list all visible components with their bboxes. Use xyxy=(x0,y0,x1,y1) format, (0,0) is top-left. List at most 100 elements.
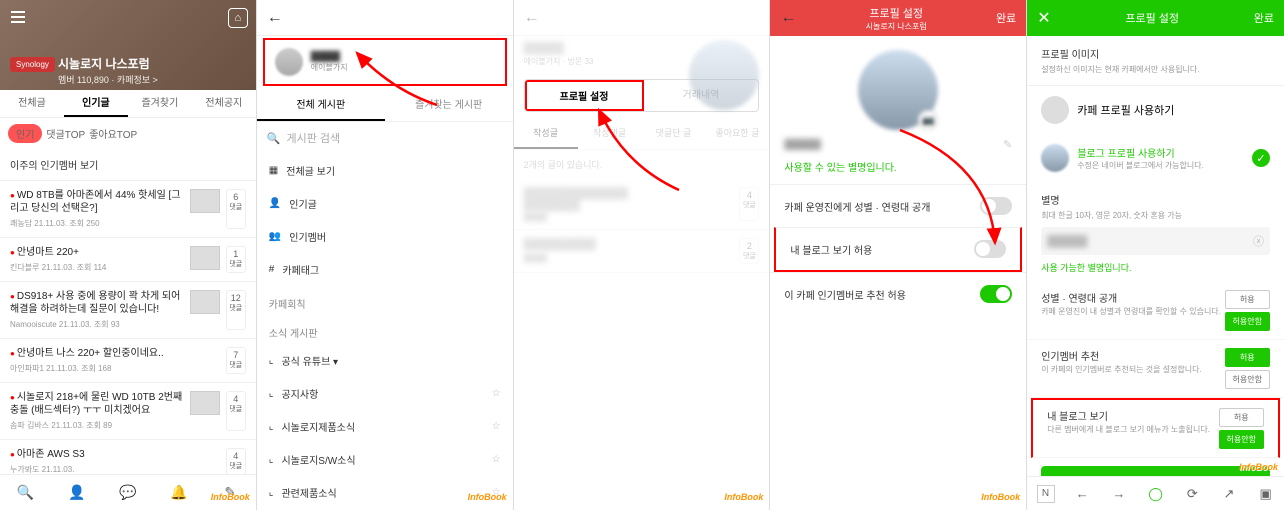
menu-popular[interactable]: 👤인기글 xyxy=(257,187,513,220)
row-blog-view: 내 블로그 보기다른 멤버에게 내 블로그 보기 메뉴가 노출됩니다. 허용허용… xyxy=(1031,398,1280,458)
menu-youtube[interactable]: ⌞공식 유튜브 ▾ xyxy=(257,344,513,377)
star-icon[interactable]: ☆ xyxy=(492,388,501,399)
annotation-arrow xyxy=(352,50,442,110)
avatar-large xyxy=(689,40,759,110)
menu-sw-news[interactable]: ⌞시놀로지S/W소식☆ xyxy=(257,443,513,476)
done-button[interactable]: 완료 xyxy=(1254,10,1274,26)
option-cafe-profile[interactable]: 카페 프로필 사용하기 xyxy=(1027,86,1284,134)
tab-written[interactable]: 작성글 xyxy=(514,118,578,149)
toggle-popular[interactable] xyxy=(980,285,1012,303)
watermark: InfoBook xyxy=(211,492,250,502)
menu-notice[interactable]: ⌞공지사항☆ xyxy=(257,377,513,410)
page-title: 프로필 설정 xyxy=(1125,10,1179,26)
tab-notices[interactable]: 전체공지 xyxy=(192,90,256,117)
star-icon[interactable]: ☆ xyxy=(492,421,501,432)
refresh-icon[interactable]: ◯ xyxy=(1137,486,1174,502)
section-weekly-members[interactable]: 이주의 인기멤버 보기 xyxy=(0,149,256,181)
back-icon[interactable]: ← xyxy=(524,9,540,27)
thumbnail xyxy=(190,290,220,314)
menu-icon[interactable] xyxy=(8,8,28,28)
avatar-large[interactable]: 📷 xyxy=(858,50,938,130)
page-title: 프로필 설정 xyxy=(869,8,923,20)
menu-popular-members[interactable]: 👥인기멤버 xyxy=(257,220,513,253)
forward-icon[interactable]: → xyxy=(1101,486,1138,501)
search-icon[interactable]: 🔍 xyxy=(0,475,51,510)
cafe-badge: Synology xyxy=(10,57,55,72)
list-item[interactable]: ●안녕마트 220+킨다블루 21.11.03. 조회 114 1댓글 xyxy=(0,238,256,282)
allow-button[interactable]: 허용 xyxy=(1225,290,1270,309)
allow-button[interactable]: 허용 xyxy=(1219,408,1264,427)
thumbnail xyxy=(190,189,220,213)
naver-icon[interactable]: N xyxy=(1037,485,1055,503)
tabs-icon[interactable]: ▣ xyxy=(1247,486,1284,502)
allow-button[interactable]: 허용 xyxy=(1225,348,1270,367)
page-subtitle: 시놀로지 나스포럼 xyxy=(796,21,996,32)
sort-tabs: 인기 댓글TOP 좋아요TOP xyxy=(0,118,256,149)
profile-level: 에이블가지 xyxy=(311,62,348,73)
header: ✕ 프로필 설정 완료 xyxy=(1027,0,1284,36)
list-item[interactable]: ●DS918+ 사용 중에 용량이 꽉 차게 되어 해결을 하려하는데 질문이 … xyxy=(0,282,256,339)
screen-settings-green: ✕ 프로필 설정 완료 프로필 이미지 설정하신 이미지는 현재 카페에서만 사… xyxy=(1027,0,1284,510)
avatar xyxy=(1041,96,1069,124)
list-item[interactable]: ●안녕마트 나스 220+ 할인중이네요..아인파파1 21.11.03. 조회… xyxy=(0,339,256,383)
menu-header-news: 소식 게시판 xyxy=(257,315,513,344)
avatar xyxy=(1041,144,1069,172)
cafe-header: ⌂ Synology 시놀로지 나스포럼 멤버 110,890 · 카페정보 > xyxy=(0,0,256,90)
home-icon[interactable]: ⌂ xyxy=(228,8,248,28)
close-icon[interactable]: ✕ xyxy=(1037,8,1050,28)
list-item[interactable]: ●WD 8TB를 아마존에서 44% 핫세일 [그리고 당신의 선택은?]쾌농담… xyxy=(0,181,256,238)
list-item[interactable]: ▓▓▓▓▓▓▓▓▓▓▓▓▓ 2댓글 xyxy=(514,230,770,273)
done-button[interactable]: 완료 xyxy=(996,10,1016,26)
main-tabs: 전체글 인기글 즐겨찾기 전체공지 xyxy=(0,90,256,118)
option-blog-profile[interactable]: 블로그 프로필 사용하기수정은 네이버 블로그에서 가능합니다. ✓ xyxy=(1027,134,1284,182)
screen-sidebar: ← ⌂ ▓▓▓▓ 에이블가지 전체 게시판 즐겨찾는 게시판 🔍게시판 검색 ▦… xyxy=(257,0,514,510)
header: ← 프로필 설정시놀로지 나스포럼 완료 xyxy=(770,0,1026,36)
nickname-status: 사용 가능한 별명입니다. xyxy=(1027,259,1284,282)
search-input[interactable]: 🔍게시판 검색 xyxy=(257,122,513,154)
pill-popular[interactable]: 인기 xyxy=(8,124,42,143)
header: ← ⌂ xyxy=(257,0,513,36)
tab-all[interactable]: 전체글 xyxy=(0,90,64,117)
star-icon[interactable]: ☆ xyxy=(492,454,501,465)
search-icon: 🔍 xyxy=(267,132,281,145)
row-popular-member: 이 카페 인기멤버로 추천 허용 xyxy=(770,272,1026,315)
row-popular-member: 인기멤버 추천이 카페의 인기멤버로 추천되는 것을 설정합니다. 허용허용안함 xyxy=(1027,340,1284,398)
cafe-meta[interactable]: 멤버 110,890 · 카페정보 > xyxy=(58,73,158,86)
back-icon[interactable]: ← xyxy=(780,9,796,27)
browser-nav: N ← → ◯ ⟳ ↗ ▣ xyxy=(1027,476,1284,510)
section-nickname: 별명 최대 한글 10자, 영문 20자, 숫자 혼용 가능 xyxy=(1027,182,1284,223)
share-icon[interactable]: ↗ xyxy=(1211,486,1248,502)
menu-header-rules: 카페회칙 xyxy=(257,286,513,315)
reload-icon[interactable]: ⟳ xyxy=(1174,486,1211,502)
tab-favorites[interactable]: 즐겨찾기 xyxy=(128,90,192,117)
profile-name: ▓▓▓▓ xyxy=(311,51,348,62)
profile-icon[interactable]: 👤 xyxy=(51,475,102,510)
screen-profile: ← ▓▓▓▓▓ 에이블가지 · 방문 33 프로필 설정 거래내역 작성글 작성… xyxy=(514,0,771,510)
annotation-arrow xyxy=(895,125,1005,255)
deny-button[interactable]: 허용안함 xyxy=(1219,430,1264,449)
chat-icon[interactable]: 💬 xyxy=(102,475,153,510)
section-image: 프로필 이미지 설정하신 이미지는 현재 카페에서만 사용됩니다. xyxy=(1027,36,1284,86)
tab-liked[interactable]: 좋아요한 글 xyxy=(705,118,769,149)
nickname-value: ▓▓▓▓▓ xyxy=(784,139,820,150)
clear-icon[interactable]: ⓧ xyxy=(1253,233,1264,249)
back-icon[interactable]: ← xyxy=(267,9,283,27)
sort-comments[interactable]: 댓글TOP xyxy=(46,126,85,141)
back-icon[interactable]: ← xyxy=(1064,486,1101,501)
list-item[interactable]: ●시놀로지 218+에 물린 WD 10TB 2번째 충돌 (배드섹터?) ㅜㅜ… xyxy=(0,383,256,440)
screen-cafe-home: ⌂ Synology 시놀로지 나스포럼 멤버 110,890 · 카페정보 >… xyxy=(0,0,257,510)
tab-popular[interactable]: 인기글 xyxy=(64,90,128,117)
menu-tags[interactable]: #카페태그 xyxy=(257,253,513,286)
watermark: InfoBook xyxy=(724,492,763,502)
notification-icon[interactable]: 🔔 xyxy=(153,475,204,510)
sort-likes[interactable]: 좋아요TOP xyxy=(89,126,137,141)
home-icon[interactable]: ⌂ xyxy=(485,8,505,28)
deny-button[interactable]: 허용안함 xyxy=(1225,312,1270,331)
deny-button[interactable]: 허용안함 xyxy=(1225,370,1270,389)
menu-all-posts[interactable]: ▦전체글 보기 xyxy=(257,154,513,187)
avatar xyxy=(275,48,303,76)
cafe-title: 시놀로지 나스포럼 xyxy=(58,55,150,72)
menu-product-news[interactable]: ⌞시놀로지제품소식☆ xyxy=(257,410,513,443)
nickname-input[interactable]: ▓▓▓▓▓ⓧ xyxy=(1041,227,1270,255)
watermark: InfoBook xyxy=(981,492,1020,502)
